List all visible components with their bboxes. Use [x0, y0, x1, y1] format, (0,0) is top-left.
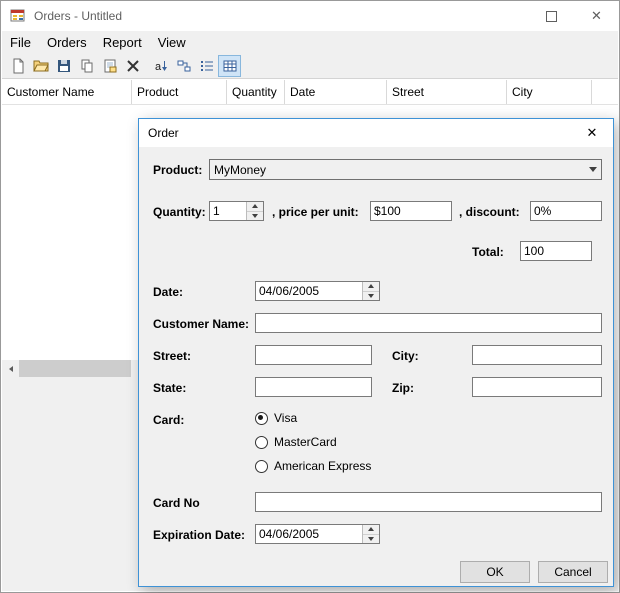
discount-label: , discount:	[459, 205, 520, 219]
street-input[interactable]	[255, 345, 372, 365]
expiration-down-icon[interactable]	[363, 534, 379, 544]
grid-header: Customer Name Product Quantity Date Stre…	[2, 80, 618, 105]
quantity-spin-buttons	[246, 202, 263, 220]
cancel-button[interactable]: Cancel	[538, 561, 608, 583]
total-input[interactable]	[520, 241, 592, 261]
menu-report[interactable]: Report	[95, 31, 150, 53]
expiration-date-input[interactable]	[256, 525, 362, 543]
state-label: State:	[153, 381, 186, 395]
svg-text:a: a	[155, 61, 162, 73]
copy-icon[interactable]	[75, 55, 98, 77]
price-per-unit-label: , price per unit:	[272, 205, 359, 219]
radio-unselected-icon	[255, 460, 268, 473]
menu-orders[interactable]: Orders	[39, 31, 95, 53]
product-combobox[interactable]: MyMoney	[209, 159, 602, 180]
open-folder-icon[interactable]	[29, 55, 52, 77]
column-header-city[interactable]: City	[507, 80, 592, 104]
quantity-input[interactable]	[210, 202, 246, 220]
column-header-date[interactable]: Date	[285, 80, 387, 104]
discount-input[interactable]	[530, 201, 602, 221]
grid-view-icon[interactable]	[218, 55, 241, 77]
visa-radio[interactable]: Visa	[255, 411, 297, 425]
city-input[interactable]	[472, 345, 602, 365]
list-view-icon[interactable]	[195, 55, 218, 77]
total-label: Total:	[472, 245, 504, 259]
zip-label: Zip:	[392, 381, 414, 395]
scroll-left-arrow-icon[interactable]	[2, 360, 19, 377]
mastercard-radio[interactable]: MasterCard	[255, 435, 337, 449]
date-up-icon[interactable]	[363, 282, 379, 291]
customer-name-input[interactable]	[255, 313, 602, 333]
radio-selected-icon	[255, 412, 268, 425]
state-input[interactable]	[255, 377, 372, 397]
close-button[interactable]: ✕	[574, 1, 619, 31]
customer-name-label: Customer Name:	[153, 317, 249, 331]
menubar: File Orders Report View	[2, 31, 618, 53]
mastercard-radio-label: MasterCard	[274, 435, 337, 449]
radio-unselected-icon	[255, 436, 268, 449]
maximize-button[interactable]	[529, 1, 574, 31]
street-label: Street:	[153, 349, 191, 363]
app-window: Orders - Untitled ✕ File Orders Report V…	[0, 0, 620, 593]
delete-icon[interactable]	[121, 55, 144, 77]
caption-buttons: ✕	[529, 1, 619, 31]
sort-field-icon[interactable]: a	[149, 55, 172, 77]
column-header-street[interactable]: Street	[387, 80, 507, 104]
new-document-icon[interactable]	[6, 55, 29, 77]
dialog-title: Order	[148, 126, 179, 140]
order-dialog: Order ✕ Product: MyMoney Quantity: , pri…	[138, 118, 614, 587]
window-title: Orders - Untitled	[34, 9, 122, 23]
quantity-up-icon[interactable]	[247, 202, 263, 211]
menu-view[interactable]: View	[150, 31, 194, 53]
expiration-date-picker	[255, 524, 380, 544]
quantity-down-icon[interactable]	[247, 211, 263, 221]
expiration-up-icon[interactable]	[363, 525, 379, 534]
toolbar: a	[2, 53, 618, 79]
card-label: Card:	[153, 413, 184, 427]
quantity-label: Quantity:	[153, 205, 206, 219]
app-icon	[10, 8, 26, 24]
date-down-icon[interactable]	[363, 291, 379, 301]
dialog-close-button[interactable]: ✕	[571, 119, 613, 147]
date-input[interactable]	[256, 282, 362, 300]
zip-input[interactable]	[472, 377, 602, 397]
properties-icon[interactable]	[98, 55, 121, 77]
column-header-quantity[interactable]: Quantity	[227, 80, 285, 104]
date-label: Date:	[153, 285, 183, 299]
product-label: Product:	[153, 163, 202, 177]
price-per-unit-input[interactable]	[370, 201, 452, 221]
product-value: MyMoney	[210, 163, 584, 177]
american-express-radio-label: American Express	[274, 459, 371, 473]
column-header-customer-name[interactable]: Customer Name	[2, 80, 132, 104]
city-label: City:	[392, 349, 419, 363]
dialog-titlebar: Order ✕	[139, 119, 613, 147]
menu-file[interactable]: File	[2, 31, 39, 53]
fields-icon[interactable]	[172, 55, 195, 77]
column-header-product[interactable]: Product	[132, 80, 227, 104]
american-express-radio[interactable]: American Express	[255, 459, 371, 473]
date-picker	[255, 281, 380, 301]
combo-dropdown-icon[interactable]	[584, 160, 601, 179]
expiration-date-label: Expiration Date:	[153, 528, 245, 542]
card-no-input[interactable]	[255, 492, 602, 512]
visa-radio-label: Visa	[274, 411, 297, 425]
ok-button[interactable]: OK	[460, 561, 530, 583]
date-spin-buttons	[362, 282, 379, 300]
card-no-label: Card No	[153, 496, 200, 510]
maximize-icon	[546, 11, 557, 22]
scrollbar-thumb[interactable]	[19, 360, 131, 377]
titlebar: Orders - Untitled ✕	[1, 1, 619, 31]
quantity-spinner	[209, 201, 264, 221]
expiration-spin-buttons	[362, 525, 379, 543]
save-icon[interactable]	[52, 55, 75, 77]
